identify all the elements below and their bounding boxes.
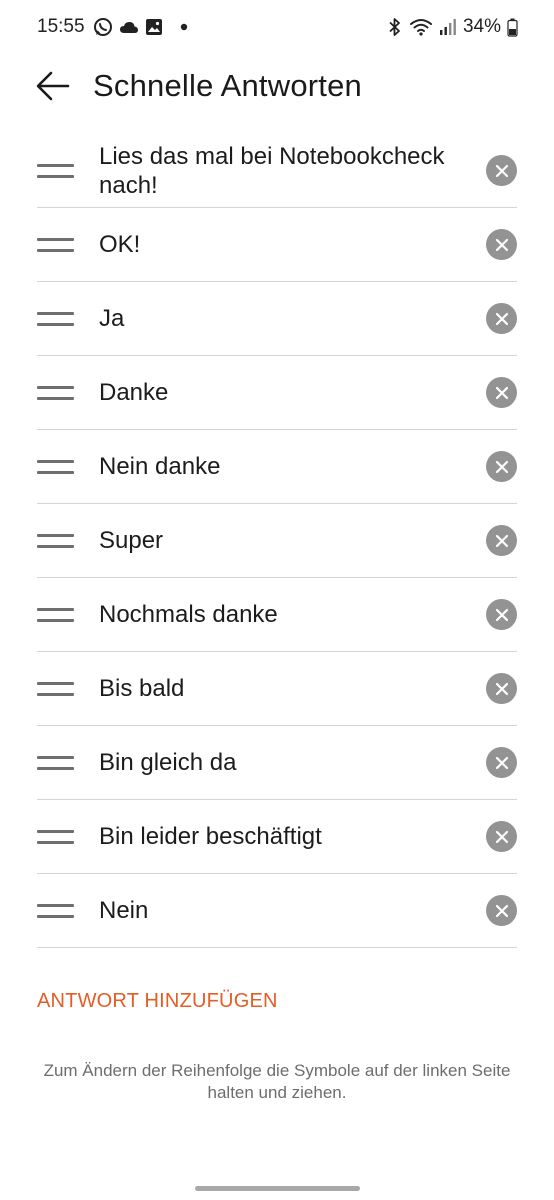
image-icon — [146, 19, 162, 35]
remove-reply-button[interactable] — [486, 599, 517, 630]
drag-handle-icon[interactable] — [37, 311, 74, 326]
dot-icon — [180, 23, 188, 31]
reply-item[interactable]: Bin leider beschäftigt — [37, 800, 517, 874]
close-icon — [495, 904, 508, 917]
remove-reply-button[interactable] — [486, 155, 517, 186]
reorder-hint: Zum Ändern der Reihenfolge die Symbole a… — [43, 1061, 511, 1102]
battery-percent: 34% — [462, 16, 501, 37]
reply-text: OK! — [99, 231, 141, 258]
reply-item[interactable]: Bis bald — [37, 652, 517, 726]
status-system-icons: 34% — [387, 16, 518, 38]
reply-text: Lies das mal bei Notebookcheck nach! — [99, 142, 445, 199]
reply-item[interactable]: Nein danke — [37, 430, 517, 504]
reply-text: Nein danke — [99, 453, 221, 480]
reply-item[interactable]: Super — [37, 504, 517, 578]
bluetooth-icon — [389, 18, 400, 36]
page-title: Schnelle Antworten — [93, 68, 362, 103]
drag-handle-icon[interactable] — [37, 533, 74, 548]
signal-icon — [439, 19, 456, 35]
app-header: Schnelle Antworten — [0, 56, 554, 120]
quick-reply-list: Lies das mal bei Notebookcheck nach! OK! J… — [37, 134, 517, 948]
drag-handle-icon[interactable] — [37, 755, 74, 770]
close-icon — [495, 682, 508, 695]
reply-text: Nein — [99, 897, 149, 924]
reply-item[interactable]: Ja — [37, 282, 517, 356]
close-icon — [495, 164, 508, 177]
remove-reply-button[interactable] — [486, 451, 517, 482]
remove-reply-button[interactable] — [486, 673, 517, 704]
add-reply-button[interactable]: ANTWORT HINZUFÜGEN — [37, 990, 278, 1013]
whatsapp-icon — [94, 18, 112, 36]
drag-handle-icon[interactable] — [37, 903, 74, 918]
reply-text: Danke — [99, 379, 169, 406]
back-button[interactable] — [33, 68, 73, 104]
close-icon — [495, 460, 508, 473]
drag-handle-icon[interactable] — [37, 829, 74, 844]
close-icon — [495, 830, 508, 843]
drag-handle-icon[interactable] — [37, 607, 74, 622]
reply-item[interactable]: Danke — [37, 356, 517, 430]
remove-reply-button[interactable] — [486, 525, 517, 556]
close-icon — [495, 534, 508, 547]
drag-handle-icon[interactable] — [37, 237, 74, 252]
remove-reply-button[interactable] — [486, 303, 517, 334]
close-icon — [495, 756, 508, 769]
reply-text: Bin gleich da — [99, 749, 237, 776]
home-indicator[interactable] — [195, 1186, 360, 1191]
status-bar: 15:55 34% — [0, 0, 554, 56]
reply-text: Ja — [99, 305, 125, 332]
reply-item[interactable]: Nein — [37, 874, 517, 948]
reply-text: Nochmals danke — [99, 601, 278, 628]
drag-handle-icon[interactable] — [37, 163, 74, 178]
reply-text: Bin leider beschäftigt — [99, 823, 322, 850]
status-time: 15:55 — [37, 16, 85, 37]
wifi-icon — [409, 19, 432, 36]
reply-item[interactable]: OK! — [37, 208, 517, 282]
remove-reply-button[interactable] — [486, 895, 517, 926]
drag-handle-icon[interactable] — [37, 385, 74, 400]
reply-text: Bis bald — [99, 675, 185, 702]
cloud-icon — [120, 22, 138, 33]
remove-reply-button[interactable] — [486, 821, 517, 852]
status-notification-icons — [93, 17, 191, 37]
drag-handle-icon[interactable] — [37, 681, 74, 696]
remove-reply-button[interactable] — [486, 747, 517, 778]
drag-handle-icon[interactable] — [37, 459, 74, 474]
close-icon — [495, 386, 508, 399]
reply-item[interactable]: Bin gleich da — [37, 726, 517, 800]
reply-text: Super — [99, 527, 164, 554]
close-icon — [495, 312, 508, 325]
close-icon — [495, 608, 508, 621]
close-icon — [495, 238, 508, 251]
reply-item[interactable]: Nochmals danke — [37, 578, 517, 652]
remove-reply-button[interactable] — [486, 377, 517, 408]
remove-reply-button[interactable] — [486, 229, 517, 260]
arrow-left-icon — [36, 71, 70, 101]
reply-item[interactable]: Lies das mal bei Notebookcheck nach! — [37, 134, 517, 208]
battery-icon — [507, 18, 518, 37]
